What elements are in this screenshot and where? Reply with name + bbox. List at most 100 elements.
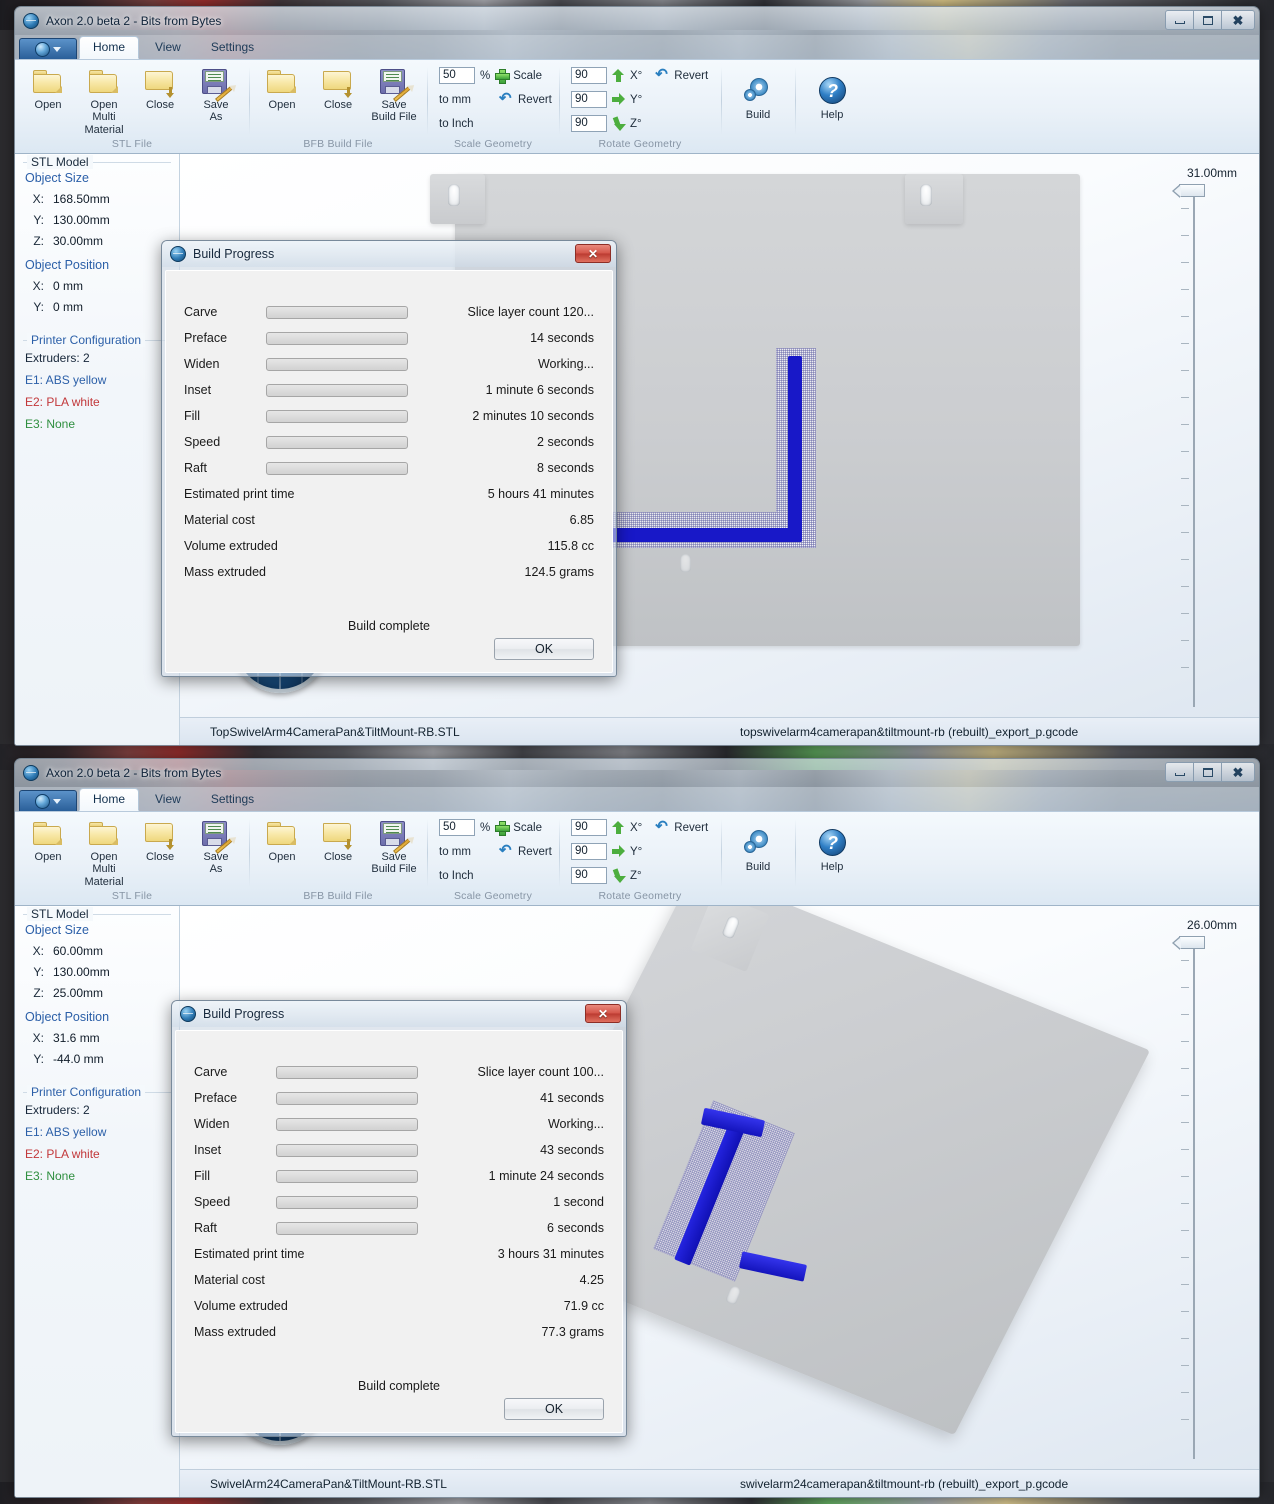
tab-view[interactable]: View [141,36,195,59]
to-inch-label[interactable]: to Inch [439,870,475,882]
stl-open-multi-material-button[interactable]: Open Multi Material [77,65,131,138]
z-slider-track[interactable] [1193,944,1195,1459]
build-progress-dialog-top[interactable]: Build Progress ✕ Carve Slice layer count… [161,240,617,677]
progress-row-carve: Carve Slice layer count 100... [194,1059,604,1085]
scale-percent-input[interactable]: 50 [439,67,475,84]
build-progress-dialog-bottom[interactable]: Build Progress ✕ Carve Slice layer count… [171,1000,627,1437]
z-slider-thumb[interactable] [1172,184,1205,198]
stl-close-button[interactable]: Close [133,65,187,113]
tab-view[interactable]: View [141,788,195,811]
window-controls[interactable]: ✖ [1165,10,1255,30]
scale-revert-button[interactable]: Revert [518,94,552,106]
help-button[interactable]: ? Help [805,75,859,123]
bfb-save-build-file-button[interactable]: Save Build File [367,65,421,126]
z-height-slider[interactable]: 31.00mm [1163,166,1237,707]
rotate-revert-button[interactable]: Revert [674,822,708,834]
stl-save-as-label: Save As [203,851,229,876]
ribbon-group-help: ? Help [795,63,869,153]
axon-window-top[interactable]: Axon 2.0 beta 2 - Bits from Bytes ✖ Home… [14,6,1260,746]
object-position-x: X: 0 mm [32,279,83,293]
stage-value: 8 seconds [537,461,594,475]
tab-home[interactable]: Home [79,36,140,59]
bfb-save-build-file-button[interactable]: Save Build File [367,817,421,878]
build-button[interactable]: Build [731,75,785,123]
window-controls[interactable]: ✖ [1165,762,1255,782]
rotate-x-input[interactable]: 90 [571,67,607,84]
bfb-close-button[interactable]: Close [311,817,365,865]
minimize-button[interactable] [1165,10,1194,30]
stl-model-legend: STL Model [27,907,93,921]
rotate-x-label: X° [630,69,643,82]
stl-open-button[interactable]: Open [21,817,75,865]
axon-window-bottom[interactable]: Axon 2.0 beta 2 - Bits from Bytes ✖ Home… [14,758,1260,1498]
to-mm-label[interactable]: to mm [439,94,475,106]
stl-save-as-button[interactable]: Save As [189,65,243,126]
to-inch-label[interactable]: to Inch [439,118,475,130]
to-mm-label[interactable]: to mm [439,846,475,858]
z-height-slider[interactable]: 26.00mm [1163,918,1237,1459]
ribbon-group-help: ? Help [795,815,869,905]
build-status-text: Build complete [348,619,430,633]
rotate-y-label: Y° [630,93,643,106]
stl-open-multi-material-button[interactable]: Open Multi Material [77,817,131,890]
object-size-x: X: 168.50mm [32,192,110,206]
close-button[interactable]: ✖ [1221,10,1255,30]
stl-open-button[interactable]: Open [21,65,75,113]
stl-close-button[interactable]: Close [133,817,187,865]
close-button[interactable]: ✖ [1221,762,1255,782]
dialog-title-bar[interactable]: Build Progress ✕ [162,241,616,267]
scale-revert-button[interactable]: Revert [518,846,552,858]
rotate-revert-button[interactable]: Revert [674,70,708,82]
dialog-close-button[interactable]: ✕ [585,1004,621,1023]
ribbon-group-stl-file: Open Open Multi Material Close Save As STL… [15,815,249,905]
scale-button-label[interactable]: Scale [513,822,542,834]
bfb-open-button[interactable]: Open [255,65,309,113]
tab-settings[interactable]: Settings [197,36,268,59]
maximize-button[interactable] [1193,10,1222,30]
rotate-y-input[interactable]: 90 [571,843,607,860]
build-button[interactable]: Build [731,827,785,875]
dialog-close-button[interactable]: ✕ [575,244,611,263]
z-slider-thumb[interactable] [1172,936,1205,950]
bfb-save-build-label: Save Build File [371,99,417,124]
printer-configuration-legend: Printer Configuration [27,333,146,347]
minimize-button[interactable] [1165,762,1194,782]
rotate-y-input[interactable]: 90 [571,91,607,108]
progress-row-raft: Raft 6 seconds [194,1215,604,1241]
bfb-close-label: Close [323,99,353,111]
maximize-button[interactable] [1193,762,1222,782]
ribbon-tab-strip[interactable]: Home View Settings [15,787,1259,811]
scale-button-label[interactable]: Scale [513,70,542,82]
tab-settings[interactable]: Settings [197,788,268,811]
rotate-z-input[interactable]: 90 [571,115,607,132]
z-slider-track[interactable] [1193,192,1195,707]
model-toolpath-vertical [788,356,802,542]
ok-button[interactable]: OK [504,1398,604,1420]
ribbon-tab-strip[interactable]: Home View Settings [15,35,1259,59]
stage-label: Raft [194,1221,217,1235]
bfb-open-button[interactable]: Open [255,817,309,865]
ok-button[interactable]: OK [494,638,594,660]
rotate-z-input[interactable]: 90 [571,867,607,884]
minimize-icon [1174,772,1185,776]
tab-home[interactable]: Home [79,788,140,811]
model-toolpath-horizontal [604,528,802,542]
save-as-icon [199,67,233,102]
progress-row-fill: Fill 1 minute 24 seconds [194,1163,604,1189]
scale-percent-input[interactable]: 50 [439,819,475,836]
bfb-close-button[interactable]: Close [311,65,365,113]
application-menu-button[interactable] [19,38,77,59]
stage-label: Speed [194,1195,231,1209]
save-build-icon [377,67,411,102]
window-title: Axon 2.0 beta 2 - Bits from Bytes [46,14,222,28]
stl-model-group: STL Model Object Size X: 60.00mm Y: 130.00… [23,907,171,1074]
title-bar[interactable]: Axon 2.0 beta 2 - Bits from Bytes ✖ [15,7,1259,35]
title-bar[interactable]: Axon 2.0 beta 2 - Bits from Bytes ✖ [15,759,1259,787]
application-menu-button[interactable] [19,790,77,811]
revert-icon: ↶ [655,818,668,835]
dialog-title-bar[interactable]: Build Progress ✕ [172,1001,626,1027]
stl-save-as-button[interactable]: Save As [189,817,243,878]
help-button[interactable]: ? Help [805,827,859,875]
arrow-right-icon [612,93,625,106]
rotate-x-input[interactable]: 90 [571,819,607,836]
